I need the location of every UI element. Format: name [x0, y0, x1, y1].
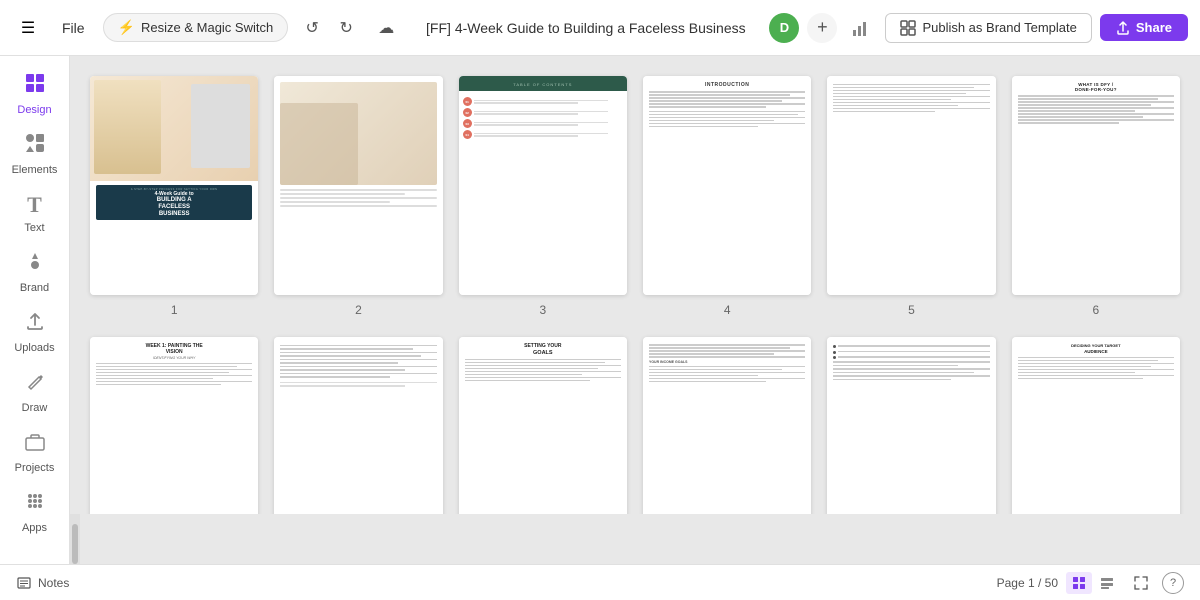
undo-redo-group: ↺ ↻ — [296, 12, 362, 44]
pages-grid-row1: A STEP-BY-STEP PROCESS FOR SETTING YOUR … — [90, 76, 1180, 317]
list-view-icon — [1100, 576, 1114, 590]
cloud-save-button[interactable]: ☁ — [370, 12, 402, 44]
projects-icon — [24, 430, 46, 458]
add-collaborator-button[interactable]: + — [807, 13, 837, 43]
fullscreen-button[interactable] — [1128, 572, 1154, 594]
resize-magic-button[interactable]: ⚡ Resize & Magic Switch — [103, 13, 289, 42]
page-thumb-2[interactable] — [274, 76, 442, 295]
bottom-bar: Notes Page 1 / 50 — [0, 564, 1200, 600]
page-num-6: 6 — [1092, 303, 1099, 317]
page-container-12: DECIDING YOUR TARGET AUDIENCE 12 — [1012, 337, 1180, 514]
grid-view-button[interactable] — [1066, 572, 1092, 594]
publish-brand-label: Publish as Brand Template — [922, 20, 1076, 35]
sidebar-item-design[interactable]: Design — [5, 64, 65, 124]
page-thumb-5[interactable] — [827, 76, 995, 295]
sidebar-item-projects-label: Projects — [15, 462, 55, 474]
page-num-5: 5 — [908, 303, 915, 317]
page-thumb-8[interactable] — [274, 337, 442, 514]
brand-icon — [24, 250, 46, 278]
pages-grid-row2: WEEK 1: PAINTING THEVISION IDENTIFYING Y… — [90, 337, 1180, 514]
sidebar-item-projects[interactable]: Projects — [5, 422, 65, 482]
sidebar-item-uploads[interactable]: Uploads — [5, 302, 65, 362]
list-view-button[interactable] — [1094, 572, 1120, 594]
help-button[interactable]: ? — [1162, 572, 1184, 594]
page-thumb-9[interactable]: SETTING YOUR GOALS — [459, 337, 627, 514]
page-container-4: INTRODUCTION — [643, 76, 811, 317]
page-thumb-10[interactable]: YOUR INCOME GOALS — [643, 337, 811, 514]
document-title: [FF] 4-Week Guide to Building a Faceless… — [410, 20, 761, 36]
redo-button[interactable]: ↻ — [330, 12, 362, 44]
analytics-button[interactable] — [845, 12, 877, 44]
sidebar-item-text-label: Text — [24, 222, 44, 234]
page-container-1: A STEP-BY-STEP PROCESS FOR SETTING YOUR … — [90, 76, 258, 317]
page-thumb-6[interactable]: WHAT IS DFY /DONE-FOR-YOU? — [1012, 76, 1180, 295]
page-container-9: SETTING YOUR GOALS 9 — [459, 337, 627, 514]
canvas-scroll[interactable]: A STEP-BY-STEP PROCESS FOR SETTING YOUR … — [70, 56, 1200, 514]
left-sidebar: Design Elements T Text Brand Uploads — [0, 56, 70, 564]
page-thumb-12[interactable]: DECIDING YOUR TARGET AUDIENCE — [1012, 337, 1180, 514]
page-thumb-3[interactable]: TABLE OF CONTENTS 01 02 — [459, 76, 627, 295]
undo-button[interactable]: ↺ — [296, 12, 328, 44]
page-thumb-1[interactable]: A STEP-BY-STEP PROCESS FOR SETTING YOUR … — [90, 76, 258, 295]
sidebar-item-elements-label: Elements — [12, 164, 58, 176]
top-bar-left: ☰ File ⚡ Resize & Magic Switch ↺ ↻ ☁ — [12, 12, 402, 44]
page-container-2: 2 — [274, 76, 442, 317]
sidebar-item-brand-label: Brand — [20, 282, 49, 294]
user-avatar[interactable]: D — [769, 13, 799, 43]
canvas-area: A STEP-BY-STEP PROCESS FOR SETTING YOUR … — [70, 56, 1200, 564]
page-num-2: 2 — [355, 303, 362, 317]
share-label: Share — [1136, 20, 1172, 35]
apps-icon — [24, 490, 46, 518]
fullscreen-icon — [1133, 575, 1149, 591]
page-container-8: 8 — [274, 337, 442, 514]
design-icon — [24, 72, 46, 100]
top-bar: ☰ File ⚡ Resize & Magic Switch ↺ ↻ ☁ [FF… — [0, 0, 1200, 56]
page-thumb-11[interactable] — [827, 337, 995, 514]
elements-icon — [24, 132, 46, 160]
publish-brand-template-button[interactable]: Publish as Brand Template — [885, 13, 1091, 43]
sidebar-item-draw-label: Draw — [22, 402, 48, 414]
menu-button[interactable]: ☰ — [12, 12, 44, 44]
page-num-1: 1 — [171, 303, 178, 317]
view-toggle — [1066, 572, 1120, 594]
notes-icon — [16, 575, 32, 591]
main-content: Design Elements T Text Brand Uploads — [0, 56, 1200, 564]
page-num-4: 4 — [724, 303, 731, 317]
share-icon — [1116, 21, 1130, 35]
share-button[interactable]: Share — [1100, 14, 1188, 41]
notes-button[interactable]: Notes — [16, 575, 69, 591]
draw-icon — [24, 370, 46, 398]
scrollbar-thumb[interactable] — [72, 524, 78, 564]
publish-brand-icon — [900, 20, 916, 36]
page-container-6: WHAT IS DFY /DONE-FOR-YOU? — [1012, 76, 1180, 317]
page-container-3: TABLE OF CONTENTS 01 02 — [459, 76, 627, 317]
page-container-10: YOUR INCOME GOALS 10 — [643, 337, 811, 514]
bottom-right: Page 1 / 50 — [997, 572, 1184, 594]
lightning-icon: ⚡ — [118, 19, 135, 36]
sidebar-item-draw[interactable]: Draw — [5, 362, 65, 422]
uploads-icon — [24, 310, 46, 338]
page-thumb-7[interactable]: WEEK 1: PAINTING THEVISION IDENTIFYING Y… — [90, 337, 258, 514]
sidebar-item-apps-label: Apps — [22, 522, 47, 534]
canvas-scrollbar[interactable] — [70, 514, 80, 564]
sidebar-item-brand[interactable]: Brand — [5, 242, 65, 302]
page-container-7: WEEK 1: PAINTING THEVISION IDENTIFYING Y… — [90, 337, 258, 514]
grid-view-icon — [1072, 576, 1086, 590]
top-bar-right: D + Publish as Brand Template Share — [769, 12, 1188, 44]
page-container-5: 5 — [827, 76, 995, 317]
page-thumb-4[interactable]: INTRODUCTION — [643, 76, 811, 295]
file-button[interactable]: File — [52, 16, 95, 40]
sidebar-item-design-label: Design — [17, 104, 51, 116]
resize-magic-label: Resize & Magic Switch — [141, 20, 273, 35]
sidebar-item-text[interactable]: T Text — [5, 184, 65, 242]
menu-icon: ☰ — [21, 18, 35, 38]
notes-label: Notes — [38, 576, 69, 590]
sidebar-item-uploads-label: Uploads — [14, 342, 54, 354]
sidebar-item-apps[interactable]: Apps — [5, 482, 65, 542]
page-container-11: 11 — [827, 337, 995, 514]
page-info: Page 1 / 50 — [997, 576, 1058, 590]
sidebar-item-elements[interactable]: Elements — [5, 124, 65, 184]
page-num-3: 3 — [539, 303, 546, 317]
text-icon: T — [27, 192, 42, 218]
